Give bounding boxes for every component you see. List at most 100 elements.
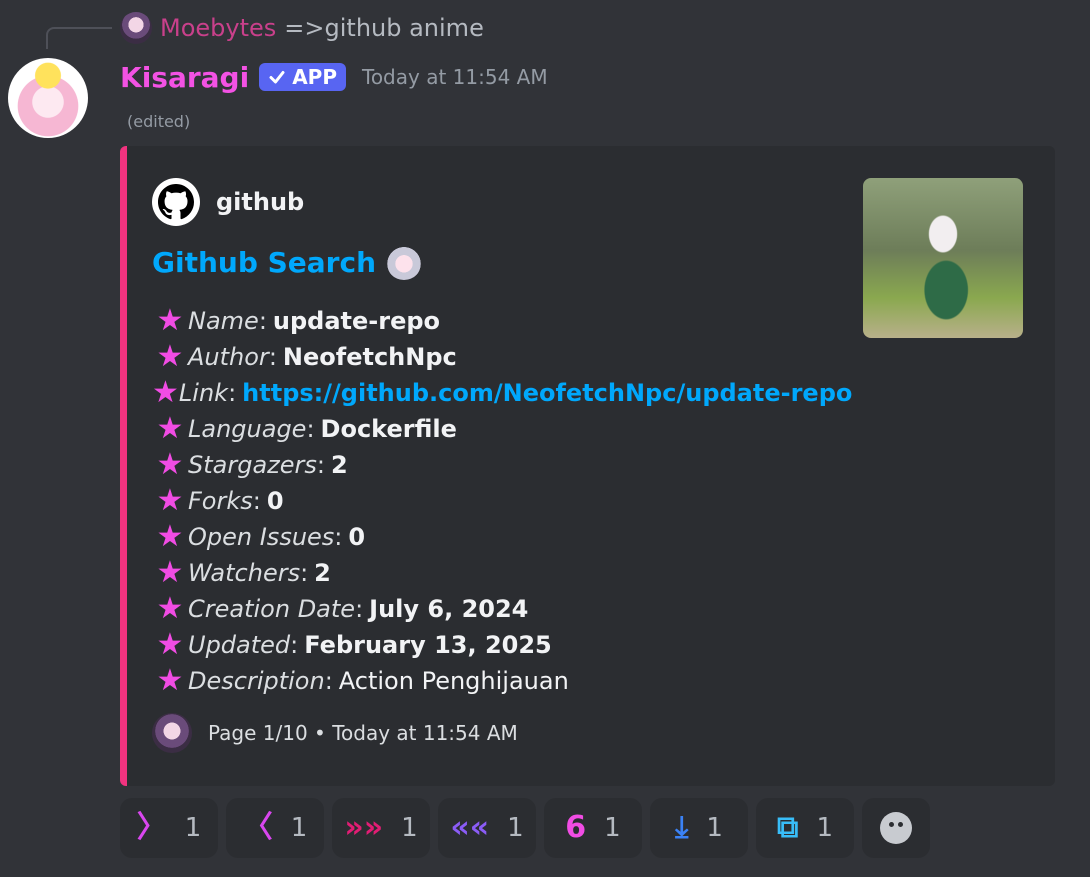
- star-icon: ★: [156, 519, 184, 554]
- fast-forward-icon: »»: [344, 810, 384, 845]
- field-label: Author: [188, 343, 269, 371]
- field-value: Action Penghijauan: [338, 667, 569, 695]
- embed: github Github Search ★ Name: update-repo ★ A…: [120, 146, 1055, 786]
- avatar[interactable]: [8, 58, 88, 138]
- field-value: February 13, 2025: [304, 631, 552, 659]
- reaction-right-arrow[interactable]: 〉 1: [120, 798, 218, 858]
- embed-author-name[interactable]: github: [216, 188, 304, 216]
- field-separator: :: [300, 559, 309, 587]
- embed-field: ★ Creation Date: July 6, 2024: [152, 591, 852, 627]
- repost-icon: ⧉: [777, 810, 799, 845]
- username[interactable]: Kisaragi: [120, 61, 249, 94]
- field-value: NeofetchNpc: [282, 343, 457, 371]
- reaction-count: 1: [184, 813, 202, 843]
- embed-footer: Page 1/10 • Today at 11:54 AM: [152, 713, 518, 753]
- field-separator: :: [290, 631, 299, 659]
- message-timestamp[interactable]: Today at 11:54 AM: [362, 65, 548, 89]
- field-label: Description: [188, 667, 325, 695]
- embed-field: ★ Link: https://github.com/NeofetchNpc/upd…: [152, 375, 852, 411]
- message-header: Kisaragi APP Today at 11:54 AM: [120, 58, 548, 96]
- field-value: 2: [331, 451, 348, 479]
- star-icon: ★: [156, 555, 184, 590]
- reaction-rewind[interactable]: «« 1: [438, 798, 536, 858]
- reaction-fast-forward[interactable]: »» 1: [332, 798, 430, 858]
- star-icon: ★: [156, 627, 184, 662]
- download-icon: ⤓: [675, 810, 689, 845]
- embed-field: ★ Updated: February 13, 2025: [152, 627, 852, 663]
- star-icon: ★: [156, 447, 184, 482]
- embed-field: ★ Forks:0: [152, 483, 852, 519]
- field-separator: :: [268, 343, 277, 371]
- field-link[interactable]: https://github.com/NeofetchNpc/update-re…: [242, 379, 852, 407]
- embed-author: github: [152, 178, 304, 226]
- field-separator: :: [316, 451, 325, 479]
- field-separator: :: [228, 379, 237, 407]
- smiley-icon: [880, 812, 912, 844]
- embed-fields: ★ Name: update-repo ★ Author: NeofetchNpc ★ Lin…: [152, 303, 852, 699]
- add-reaction-button[interactable]: [862, 798, 930, 858]
- embed-thumbnail[interactable]: [863, 178, 1023, 338]
- field-value: 0: [348, 523, 366, 551]
- field-label: Stargazers: [188, 451, 317, 479]
- reaction-number-six[interactable]: 61: [544, 798, 642, 858]
- field-label: Creation Date: [188, 595, 356, 623]
- field-value: update-repo: [272, 307, 441, 335]
- field-label: Updated: [188, 631, 291, 659]
- field-label: Name: [188, 307, 259, 335]
- embed-title-text[interactable]: Github Search: [152, 246, 376, 279]
- edited-label[interactable]: (edited): [127, 112, 190, 131]
- star-icon: ★: [156, 663, 184, 698]
- reply-avatar[interactable]: [120, 12, 152, 44]
- field-separator: :: [355, 595, 364, 623]
- checkmark-icon: [269, 71, 285, 84]
- star-icon: ★: [156, 483, 184, 518]
- reaction-count: 1: [816, 813, 833, 843]
- reaction-count: 1: [706, 813, 723, 843]
- field-separator: :: [306, 415, 315, 443]
- star-icon: ★: [156, 591, 184, 626]
- app-badge: APP: [259, 63, 346, 91]
- embed-field: ★ Open Issues:0: [152, 519, 852, 555]
- field-separator: :: [324, 667, 333, 695]
- embed-field: ★ Language: Dockerfile: [152, 411, 852, 447]
- rewind-icon: ««: [450, 810, 490, 845]
- reaction-left-arrow[interactable]: 〈 1: [226, 798, 324, 858]
- field-value: 2: [314, 559, 331, 587]
- footer-avatar-icon: [152, 713, 192, 753]
- field-separator: :: [258, 307, 267, 335]
- embed-field: ★ Stargazers:2: [152, 447, 852, 483]
- number-six-icon: 6: [565, 810, 587, 845]
- right-arrow-icon: 〉: [136, 810, 167, 845]
- app-badge-label: APP: [292, 65, 337, 89]
- reaction-count: 1: [401, 813, 418, 843]
- star-icon: ★: [156, 339, 184, 374]
- field-separator: :: [334, 523, 343, 551]
- embed-footer-text: Page 1/10 • Today at 11:54 AM: [208, 721, 518, 745]
- github-icon: [152, 178, 200, 226]
- anime-girl-emoji-icon: [386, 244, 423, 280]
- embed-field: ★ Description: Action Penghijauan: [152, 663, 852, 699]
- reply-connector: [46, 27, 112, 49]
- field-value: Dockerfile: [320, 415, 457, 443]
- reaction-bar: 〉 1 〈 1»» 1 «« 1 6 1 ⤓ 1 ⧉ 1: [120, 798, 930, 858]
- field-label: Link: [178, 379, 229, 407]
- field-label: Language: [188, 415, 307, 443]
- field-label: Forks: [188, 487, 253, 515]
- reaction-count: 1: [604, 813, 621, 843]
- field-value: July 6, 2024: [369, 595, 529, 623]
- reply-username[interactable]: Moebytes: [160, 14, 276, 42]
- field-value: 0: [266, 487, 284, 515]
- reaction-repost[interactable]: ⧉ 1: [756, 798, 854, 858]
- star-icon: ★: [156, 411, 184, 446]
- reaction-download[interactable]: ⤓ 1: [650, 798, 748, 858]
- embed-field: ★ Name: update-repo: [152, 303, 852, 339]
- left-arrow-icon: 〈: [242, 810, 273, 845]
- field-label: Open Issues: [188, 523, 335, 551]
- embed-field: ★ Author: NeofetchNpc: [152, 339, 852, 375]
- reply-preview[interactable]: Moebytes =>github anime: [120, 12, 484, 44]
- reply-text[interactable]: =>github anime: [284, 14, 484, 42]
- star-icon: ★: [152, 375, 179, 410]
- field-separator: :: [252, 487, 261, 515]
- reaction-count: 1: [290, 813, 308, 843]
- embed-title[interactable]: Github Search: [152, 244, 423, 280]
